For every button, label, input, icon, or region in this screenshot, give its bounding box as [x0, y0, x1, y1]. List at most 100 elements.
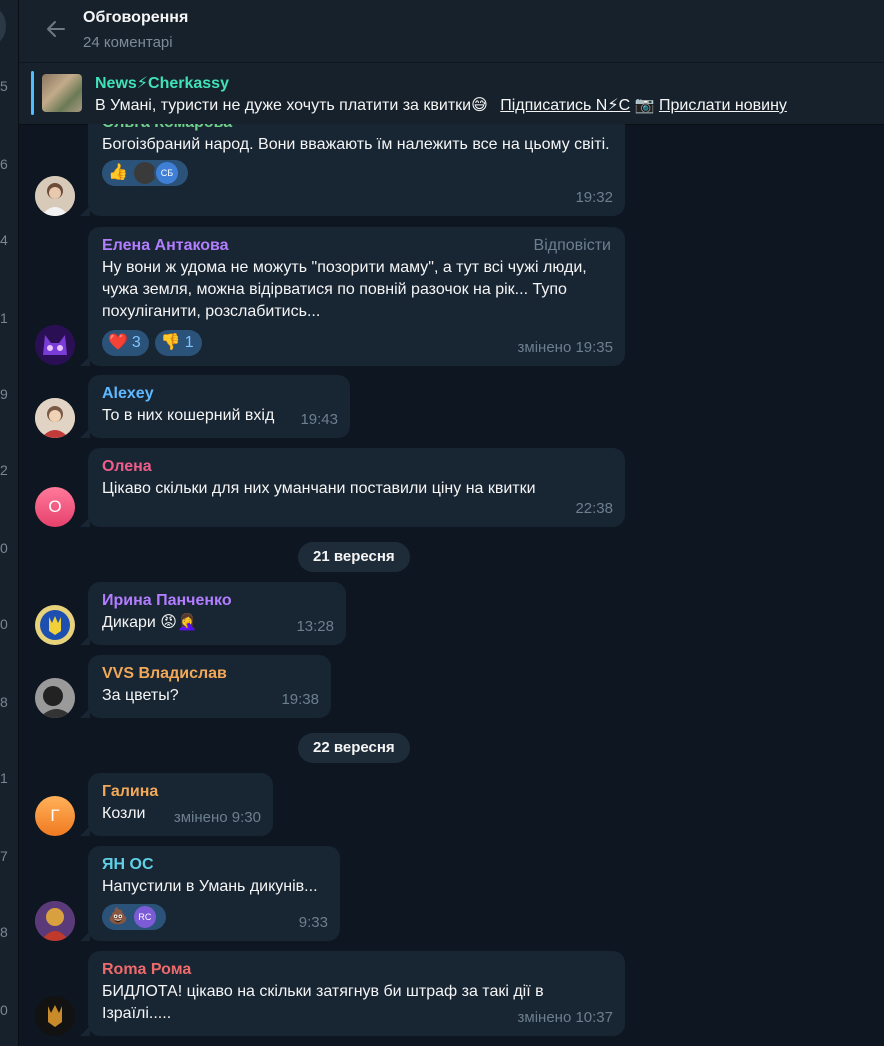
avatar-letter: Г [50, 806, 60, 825]
page-title: Обговорення [83, 9, 189, 26]
user-photo-icon [35, 398, 75, 438]
unread-count: 1 [0, 310, 8, 326]
pinned-title: News⚡Cherkassy [95, 75, 229, 92]
message-time: 19:32 [575, 189, 613, 206]
pinned-thumbnail [42, 74, 82, 112]
arrow-left-icon [47, 21, 65, 37]
message-bubble[interactable]: VVS Владислав За цветы? 19:38 [80, 655, 331, 718]
unread-count: 2 [0, 462, 8, 478]
unread-count: 1 [0, 770, 8, 786]
message-text: Ну вони ж удома не можуть "позорити маму… [102, 259, 587, 320]
avatar[interactable]: Г [35, 796, 75, 836]
unread-count: 6 [0, 156, 8, 172]
reactions-row: 💩 RC [102, 904, 326, 930]
avatar[interactable] [35, 325, 75, 365]
reply-button[interactable]: Відповісти [534, 235, 611, 257]
thumbs-up-icon: 👍 [108, 164, 128, 181]
avatar[interactable] [35, 678, 75, 718]
comment-count: 24 коментарі [83, 34, 173, 51]
avatar[interactable] [35, 398, 75, 438]
bubble-tail [80, 708, 90, 718]
unread-count: 0 [0, 540, 8, 556]
unread-count: 8 [0, 694, 8, 710]
unread-count: 4 [0, 232, 8, 248]
message-text: Богоізбраний народ. Вони вважають їм нал… [102, 136, 610, 153]
message-author[interactable]: Олена [102, 456, 611, 478]
message-bubble[interactable]: Олена Цікаво скільки для них уманчани по… [80, 448, 625, 527]
heart-icon: ❤️ [108, 334, 128, 351]
message-time: 22:38 [575, 500, 613, 517]
chat-list-edge: 5 6 4 1 9 2 0 0 8 1 7 8 0 [0, 0, 19, 1046]
reactions-row: 👍 СБ [102, 160, 611, 186]
reaction-dislike[interactable]: 👎 1 [154, 330, 202, 356]
message-author[interactable]: Roma Рома [102, 959, 611, 981]
date-separator: 22 вересня [298, 733, 410, 763]
bubble-tail [80, 428, 90, 438]
message-bubble[interactable]: Ирина Панченко Дикари 😡🤦‍♀️ 13:28 [80, 582, 346, 645]
cat-avatar-icon [35, 325, 75, 365]
bubble-tail [80, 931, 90, 941]
message-bubble[interactable]: Ольга Комарова Богоізбраний народ. Вони … [80, 124, 625, 216]
bubble-tail [80, 517, 90, 527]
message-author[interactable]: Ольга Комарова [102, 124, 611, 134]
message-time: 13:28 [296, 618, 334, 635]
message-time: змінено 19:35 [517, 339, 613, 356]
user-photo-icon [35, 176, 75, 216]
thumbs-down-icon: 👎 [160, 334, 181, 351]
unread-count: 0 [0, 616, 8, 632]
bubble-tail [80, 1026, 90, 1036]
avatar[interactable] [35, 605, 75, 645]
bubble-tail [80, 635, 90, 645]
date-separator: 21 вересня [298, 542, 410, 572]
submit-news-link[interactable]: Прислати новину [659, 97, 787, 114]
camera-icon: 📷 [634, 97, 655, 114]
back-button[interactable] [43, 16, 69, 42]
avatar-letter: О [48, 497, 62, 516]
message-author[interactable]: Ирина Панченко [102, 590, 332, 612]
reaction-poop[interactable]: 💩 RC [102, 904, 166, 930]
avatar[interactable] [35, 901, 75, 941]
unread-count: 9 [0, 386, 8, 402]
reaction-user-avatar: СБ [153, 160, 180, 186]
trident-emblem-icon [35, 605, 75, 645]
message-list: Ольга Комарова Богоізбраний народ. Вони … [19, 124, 884, 1046]
reaction-heart[interactable]: ❤️ 3 [102, 330, 149, 356]
reaction-user-avatar: RC [131, 904, 158, 930]
message-time: змінено 9:30 [173, 809, 261, 826]
message-bubble[interactable]: Roma Рома БИДЛОТА! цікаво на скільки зат… [80, 951, 625, 1036]
reaction-count: 1 [184, 334, 194, 351]
pinned-message[interactable]: News⚡Cherkassy В Умані, туристи не дуже … [19, 62, 884, 125]
message-time: 19:43 [300, 411, 338, 428]
avatar[interactable] [35, 996, 75, 1036]
pinned-accent-bar [31, 71, 34, 115]
reaction-like[interactable]: 👍 СБ [102, 160, 188, 186]
subscribe-link[interactable]: Підписатись N⚡С [500, 97, 630, 114]
unread-count: 8 [0, 924, 8, 940]
message-author[interactable]: VVS Владислав [102, 663, 317, 685]
message-bubble[interactable]: Галина Козли змінено 9:30 [80, 773, 273, 836]
avatar[interactable]: О [35, 487, 75, 527]
unread-count: 5 [0, 78, 8, 94]
unread-count: 0 [0, 1002, 8, 1018]
message-time: 19:38 [281, 691, 319, 708]
message-text: Напустили в Умань дикунів... [102, 878, 318, 895]
message-bubble[interactable]: Alexey То в них кошерний вхід 19:43 [80, 375, 350, 438]
user-photo-icon [35, 678, 75, 718]
message-author[interactable]: ЯН ОС [102, 854, 326, 876]
bubble-tail [80, 826, 90, 836]
user-photo-icon [35, 901, 75, 941]
poop-icon: 💩 [108, 908, 128, 925]
avatar [0, 8, 6, 44]
avatar[interactable] [35, 176, 75, 216]
reaction-count: 3 [131, 334, 141, 351]
pinned-body: В Умані, туристи не дуже хочуть платити … [95, 97, 488, 114]
bubble-tail [80, 356, 90, 366]
message-author[interactable]: Галина [102, 781, 259, 803]
message-bubble[interactable]: ЯН ОС Напустили в Умань дикунів... 💩 RC … [80, 846, 340, 941]
message-bubble[interactable]: Елена Антакова Відповісти Ну вони ж удом… [80, 227, 625, 366]
bubble-tail [80, 206, 90, 216]
message-text: Цікаво скільки для них уманчани поставил… [102, 480, 536, 497]
message-time: 9:33 [298, 914, 328, 931]
message-author[interactable]: Alexey [102, 383, 336, 405]
trident-emblem-icon [35, 996, 75, 1036]
